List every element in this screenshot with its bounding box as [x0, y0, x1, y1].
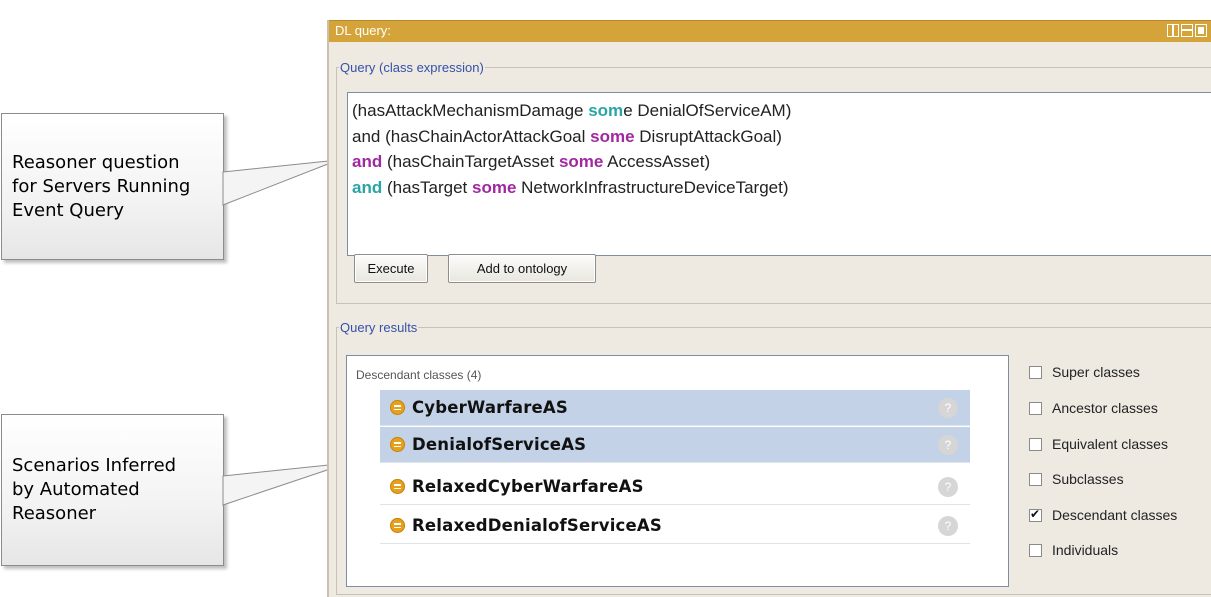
query-line-1: (hasAttackMechanismDamage some DenialOfS… — [352, 101, 792, 120]
panel-header: DL query: — [329, 20, 1211, 42]
list-item[interactable]: CyberWarfareAS ? — [380, 390, 970, 426]
results-legend: Query results — [340, 320, 418, 335]
results-caption: Descendant classes (4) — [356, 368, 482, 382]
maximize-icon[interactable] — [1195, 24, 1207, 37]
results-list[interactable]: Descendant classes (4) CyberWarfareAS ? … — [346, 355, 1009, 587]
list-item-label: RelaxedCyberWarfareAS — [412, 477, 644, 496]
execute-button[interactable]: Execute — [354, 254, 428, 283]
option-individuals[interactable]: Individuals — [1029, 542, 1118, 558]
query-line-4: and (hasTarget some NetworkInfrastructur… — [352, 177, 789, 197]
query-legend: Query (class expression) — [340, 60, 484, 75]
help-icon[interactable]: ? — [938, 398, 958, 418]
option-label: Individuals — [1052, 542, 1119, 558]
super-classes-checkbox[interactable] — [1029, 365, 1042, 379]
panel-title: DL query: — [335, 23, 391, 38]
list-item[interactable]: RelaxedDenialofServiceAS ? — [380, 508, 970, 544]
class-icon — [390, 437, 405, 452]
descendant-classes-checkbox[interactable] — [1029, 507, 1042, 522]
callout-query-pointer — [222, 159, 339, 206]
option-label: Super classes — [1052, 364, 1140, 380]
help-icon[interactable]: ? — [938, 435, 958, 455]
option-label: Subclasses — [1052, 471, 1124, 487]
equivalent-classes-checkbox[interactable] — [1029, 437, 1042, 451]
split-vertical-icon[interactable] — [1167, 24, 1179, 37]
help-icon[interactable]: ? — [938, 516, 958, 536]
add-to-ontology-button[interactable]: Add to ontology — [448, 254, 596, 283]
header-icons — [1167, 24, 1207, 37]
option-equivalent-classes[interactable]: Equivalent classes — [1029, 436, 1168, 452]
class-icon — [390, 400, 405, 415]
list-item-label: CyberWarfareAS — [412, 398, 568, 417]
query-editor[interactable]: (hasAttackMechanismDamage some DenialOfS… — [347, 92, 1211, 256]
ancestor-classes-checkbox[interactable] — [1029, 401, 1042, 415]
list-item-label: DenialofServiceAS — [412, 435, 587, 454]
query-line-2: and (hasChainActorAttackGoal some Disrup… — [352, 126, 782, 146]
option-descendant-classes[interactable]: Descendant classes — [1029, 507, 1177, 523]
list-item[interactable]: DenialofServiceAS ? — [380, 427, 970, 463]
option-subclasses[interactable]: Subclasses — [1029, 471, 1124, 487]
split-horizontal-icon[interactable] — [1181, 24, 1193, 37]
option-super-classes[interactable]: Super classes — [1029, 364, 1140, 380]
list-item[interactable]: RelaxedCyberWarfareAS ? — [380, 469, 970, 505]
query-line-3: and (hasChainTargetAsset some AccessAsse… — [352, 152, 711, 171]
list-item-label: RelaxedDenialofServiceAS — [412, 516, 662, 535]
subclasses-checkbox[interactable] — [1029, 472, 1042, 486]
option-ancestor-classes[interactable]: Ancestor classes — [1029, 400, 1158, 416]
class-icon — [390, 518, 405, 533]
help-icon[interactable]: ? — [938, 477, 958, 497]
option-label: Ancestor classes — [1052, 400, 1158, 416]
class-icon — [390, 479, 405, 494]
option-label: Equivalent classes — [1052, 436, 1168, 452]
individuals-checkbox[interactable] — [1029, 543, 1042, 557]
option-label: Descendant classes — [1052, 507, 1178, 523]
